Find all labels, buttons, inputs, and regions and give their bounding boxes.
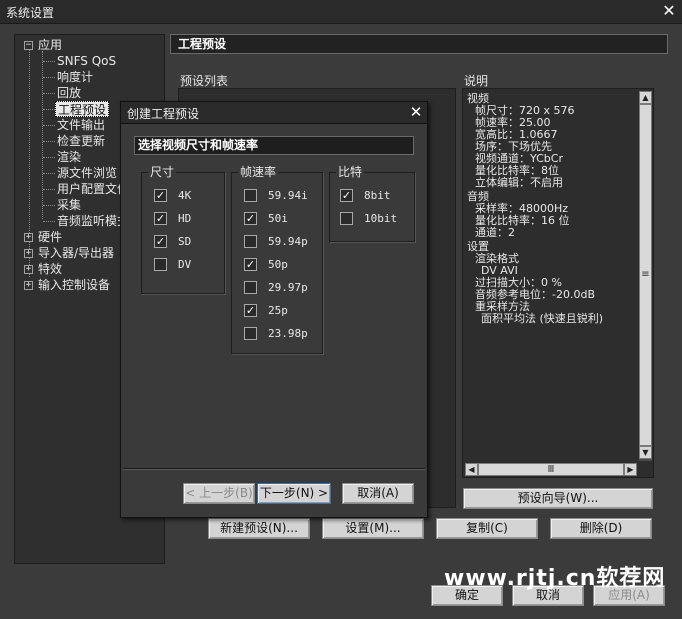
tree-collapse-icon[interactable]: − (24, 41, 33, 50)
tree-expand-icon[interactable]: + (24, 233, 33, 242)
window-title: 系统设置 (6, 6, 55, 20)
tree-item-snfs-qos[interactable]: SNFS QoS (57, 53, 116, 69)
checkbox-icon[interactable] (340, 212, 353, 225)
description-label: 说明 (464, 74, 489, 88)
desc-line: 立体编辑：不启用 (475, 176, 563, 189)
checkbox-icon[interactable]: ✓ (154, 235, 167, 248)
fps-group: 帧速率 59.94i ✓ 50i 59.94p ✓ 50p 29.97p ✓ 25p … (231, 165, 323, 354)
bit-group: 比特 ✓ 8bit 10bit (329, 165, 415, 242)
checkbox-icon[interactable]: ✓ (244, 258, 257, 271)
tree-item-hardware[interactable]: 硬件 (38, 229, 62, 245)
preset-wizard-button[interactable]: 预设向导(W)... (463, 488, 653, 509)
tree-item-check-updates[interactable]: 检查更新 (57, 133, 105, 149)
checkbox-icon[interactable] (244, 189, 257, 202)
create-preset-dialog: 创建工程预设 ✕ 选择视频尺寸和帧速率 尺寸 ✓ 4K ✓ HD ✓ SD DV 帧速… (120, 101, 428, 518)
bit-group-title: 比特 (336, 165, 365, 179)
copy-button[interactable]: 复制(C) (436, 518, 538, 539)
tree-expand-icon[interactable]: + (24, 265, 33, 274)
tree-item-capture[interactable]: 采集 (57, 197, 81, 213)
checkbox-icon[interactable]: ✓ (244, 304, 257, 317)
checkbox-icon[interactable]: ✓ (244, 212, 257, 225)
section-title: 工程预设 (170, 34, 668, 54)
next-step-button[interactable]: 下一步(N) > (257, 483, 331, 504)
tree-item-file-output[interactable]: 文件输出 (57, 117, 105, 133)
window-close-icon[interactable]: ✕ (660, 2, 678, 20)
fps-group-title: 帧速率 (238, 165, 279, 179)
scroll-left-icon[interactable]: ◀ (465, 463, 478, 476)
dialog-title: 创建工程预设 (127, 107, 200, 121)
tree-item-project-presets[interactable]: 工程预设 (55, 101, 110, 117)
checkbox-icon[interactable] (154, 258, 167, 271)
prev-step-button[interactable]: < 上一步(B) (183, 483, 255, 504)
watermark: www.rjtj.cn软荐网 (444, 566, 666, 591)
checkbox-icon[interactable]: ✓ (154, 189, 167, 202)
checkbox-icon[interactable]: ✓ (154, 212, 167, 225)
dialog-cancel-button[interactable]: 取消(A) (342, 483, 414, 504)
checkbox-icon[interactable] (244, 281, 257, 294)
scroll-up-icon[interactable]: ▲ (639, 91, 652, 104)
settings-button[interactable]: 设置(M)... (322, 518, 424, 539)
scroll-right-icon[interactable]: ▶ (624, 463, 637, 476)
dialog-titlebar: 创建工程预设 ✕ (121, 102, 427, 124)
size-group: 尺寸 ✓ 4K ✓ HD ✓ SD DV (141, 165, 225, 294)
window-titlebar: 系统设置 ✕ (0, 0, 682, 24)
size-group-title: 尺寸 (148, 165, 177, 179)
dialog-close-icon[interactable]: ✕ (407, 103, 425, 121)
preset-list-label: 预设列表 (180, 74, 229, 88)
dialog-separator (123, 468, 425, 470)
delete-button[interactable]: 删除(D) (550, 518, 652, 539)
tree-expand-icon[interactable]: + (24, 249, 33, 258)
new-preset-button[interactable]: 新建预设(N)... (208, 518, 310, 539)
tree-item-playback[interactable]: 回放 (57, 85, 81, 101)
desc-line: 面积平均法 (快速且锐利) (481, 312, 604, 325)
description-box: 视频 帧尺寸：720 x 576 帧速率：25.00 宽高比：1.0667 场序… (462, 88, 654, 478)
desc-vscroll-thumb[interactable]: ≡ (639, 104, 652, 446)
checkbox-icon[interactable] (244, 235, 257, 248)
tree-item-input-control[interactable]: 输入控制设备 (38, 277, 110, 293)
tree-item-app[interactable]: 应用 (38, 37, 62, 53)
tree-item-render[interactable]: 渲染 (57, 149, 81, 165)
dialog-subheader: 选择视频尺寸和帧速率 (134, 136, 414, 155)
tree-item-importers-exporters[interactable]: 导入器/导出器 (38, 245, 114, 261)
desc-line: 通道：2 (475, 226, 515, 239)
checkbox-icon[interactable]: ✓ (340, 189, 353, 202)
tree-item-loudness-meter[interactable]: 响度计 (57, 69, 93, 85)
desc-hscroll-thumb[interactable]: Ⅲ (478, 463, 624, 476)
tree-item-effects[interactable]: 特效 (38, 261, 62, 277)
scroll-down-icon[interactable]: ▼ (639, 446, 652, 459)
tree-expand-icon[interactable]: + (24, 281, 33, 290)
checkbox-icon[interactable] (244, 327, 257, 340)
